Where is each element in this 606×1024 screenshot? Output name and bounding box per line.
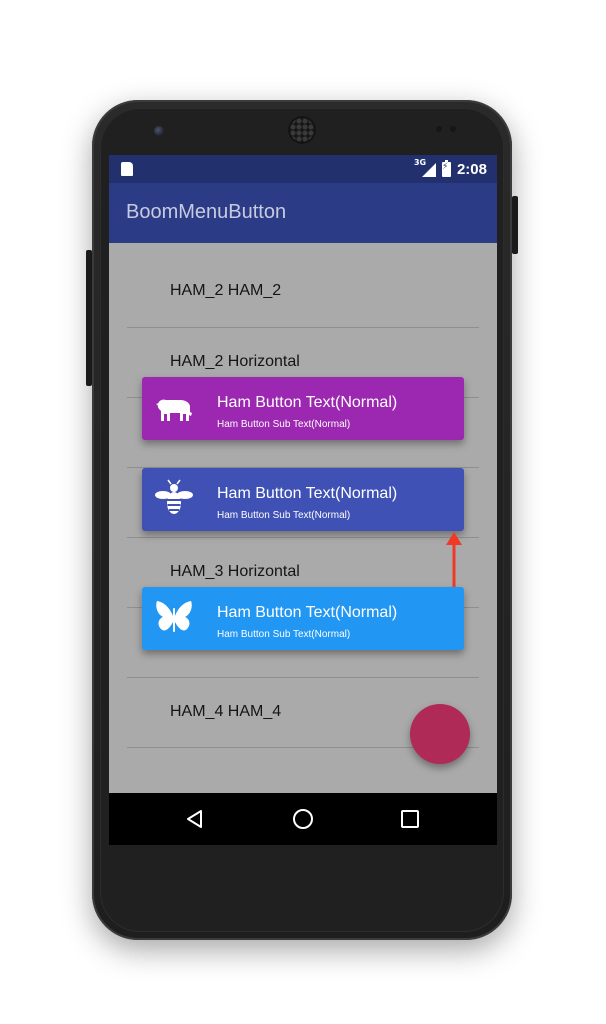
app-title: BoomMenuButton bbox=[126, 201, 287, 223]
battery-charging-icon bbox=[441, 159, 451, 177]
sd-card-icon bbox=[121, 162, 133, 176]
list-item-label[interactable]: HAM_4 HAM_4 bbox=[170, 703, 281, 721]
back-icon[interactable] bbox=[183, 807, 207, 831]
ham-button-bee[interactable]: Ham Button Text(Normal) Ham Button Sub T… bbox=[142, 468, 464, 531]
power-button bbox=[512, 196, 518, 254]
ham-button-sub-text: Ham Button Sub Text(Normal) bbox=[217, 419, 351, 430]
ham-button-sub-text: Ham Button Sub Text(Normal) bbox=[217, 629, 351, 640]
ham-button-bear[interactable]: Ham Button Text(Normal) Ham Button Sub T… bbox=[142, 377, 464, 440]
page: 3G 2:08 BoomMenuButton HAM_2 HAM_2 HAM_2… bbox=[0, 0, 606, 1024]
home-icon[interactable] bbox=[291, 807, 315, 831]
bee-icon bbox=[155, 479, 193, 514]
boom-menu-button[interactable] bbox=[410, 704, 470, 764]
ham-button-butterfly[interactable]: Ham Button Text(Normal) Ham Button Sub T… bbox=[142, 587, 464, 650]
ham-button-sub-text: Ham Button Sub Text(Normal) bbox=[217, 510, 351, 521]
list-divider bbox=[127, 537, 479, 538]
list-item-label[interactable]: HAM_2 Horizontal bbox=[170, 353, 300, 371]
ham-button-text: Ham Button Text(Normal) bbox=[217, 485, 398, 502]
list-divider bbox=[127, 677, 479, 678]
navigation-bar bbox=[109, 793, 497, 845]
light-sensor bbox=[450, 126, 456, 132]
recents-icon[interactable] bbox=[398, 807, 422, 831]
status-time: 2:08 bbox=[456, 160, 487, 178]
up-arrow-icon bbox=[446, 532, 462, 587]
front-camera bbox=[154, 126, 164, 136]
app-bar: BoomMenuButton bbox=[109, 183, 497, 243]
status-icons: 3G 2:08 bbox=[414, 158, 487, 179]
list-item-label[interactable]: HAM_3 Horizontal bbox=[170, 563, 300, 581]
speaker-grille bbox=[290, 118, 314, 142]
list-divider bbox=[127, 327, 479, 328]
ham-button-text: Ham Button Text(Normal) bbox=[217, 604, 398, 621]
butterfly-icon bbox=[156, 601, 192, 632]
status-bar: 3G 2:08 bbox=[109, 155, 497, 183]
polar-bear-icon bbox=[156, 399, 192, 421]
signal-icon: 3G bbox=[414, 158, 436, 177]
ham-button-text: Ham Button Text(Normal) bbox=[217, 394, 398, 411]
proximity-sensor bbox=[436, 126, 442, 132]
screen: 3G 2:08 BoomMenuButton HAM_2 HAM_2 HAM_2… bbox=[109, 155, 497, 845]
list-item-label[interactable]: HAM_2 HAM_2 bbox=[170, 282, 281, 300]
